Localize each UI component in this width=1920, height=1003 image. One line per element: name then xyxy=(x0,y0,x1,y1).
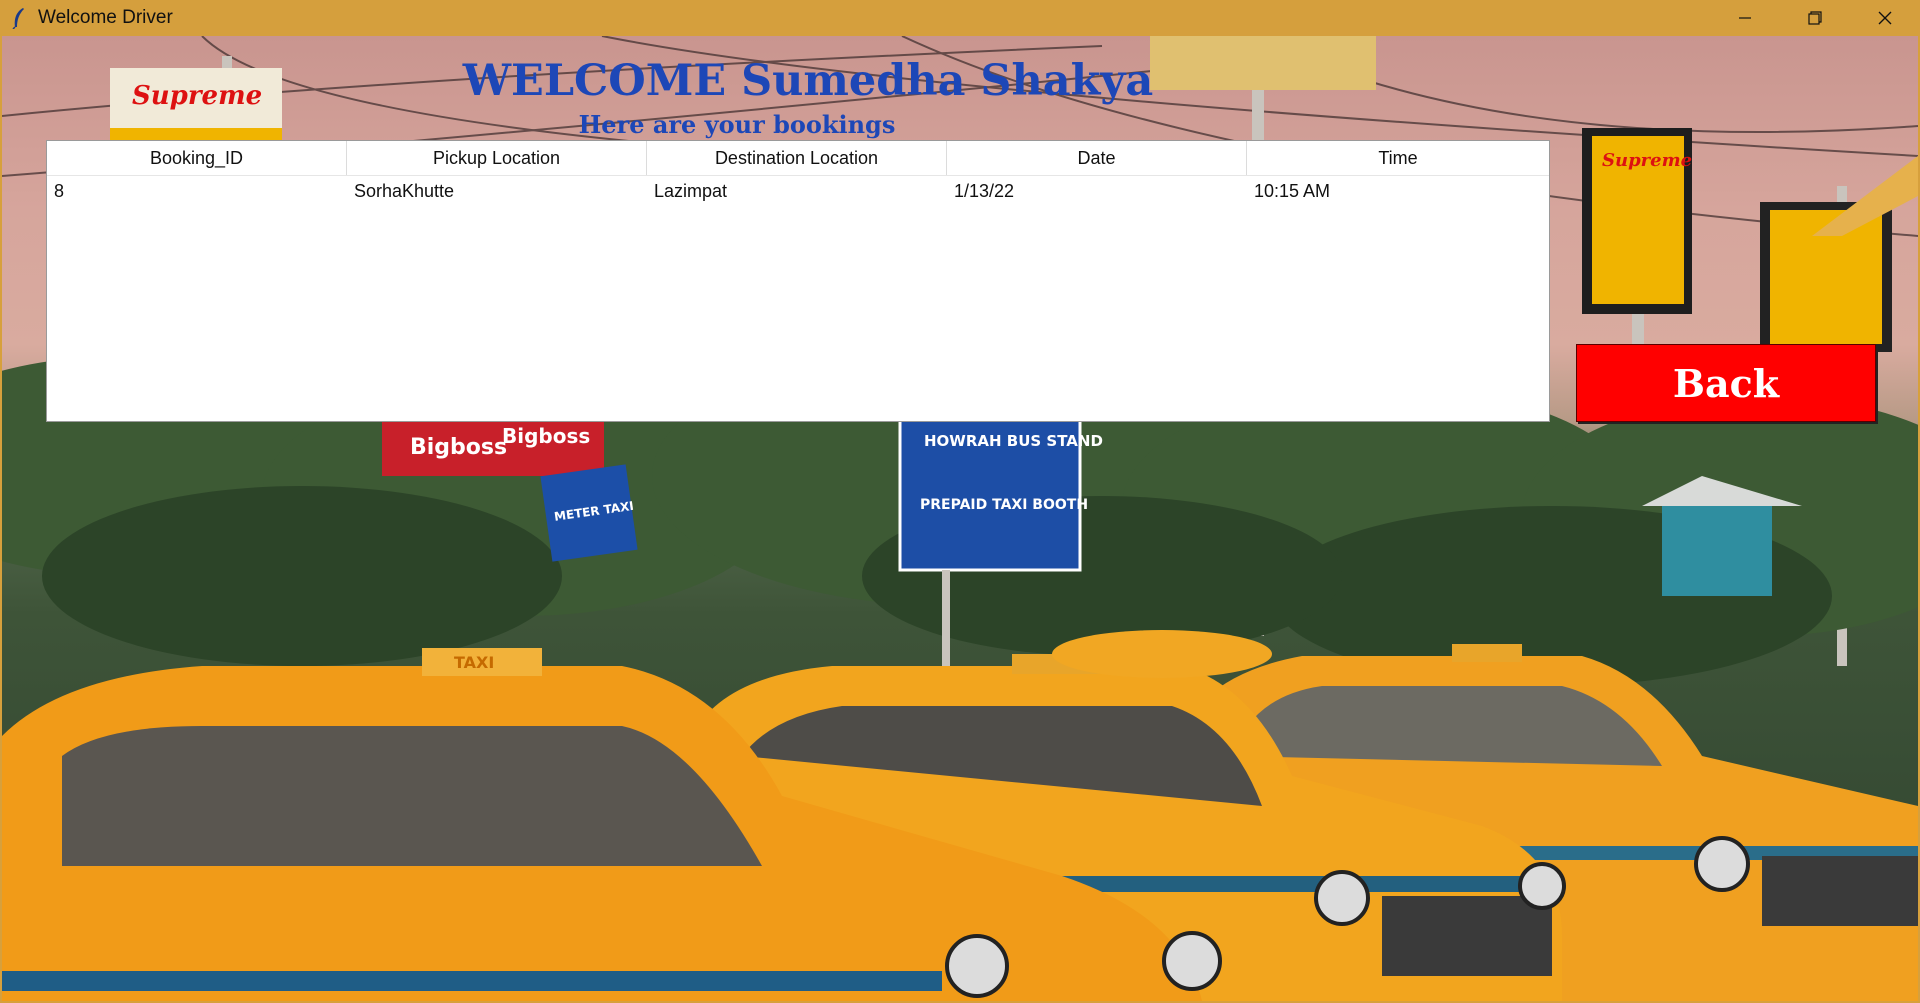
restore-icon xyxy=(1808,11,1822,25)
close-icon xyxy=(1878,11,1892,25)
welcome-heading: WELCOME Sumedha Shakya xyxy=(462,56,1154,106)
cell-booking-id: 8 xyxy=(54,180,65,201)
bigboss-sign: Bigboss Bigboss xyxy=(382,420,604,476)
bookings-table[interactable]: Booking_ID Pickup Location Destination L… xyxy=(46,140,1550,422)
supreme-sign-right-text: Supreme xyxy=(1602,150,1692,171)
meter-taxi-sign: METER TAXI xyxy=(540,464,638,562)
close-button[interactable] xyxy=(1850,0,1920,36)
restore-button[interactable] xyxy=(1780,0,1850,36)
minimize-button[interactable] xyxy=(1710,0,1780,36)
prepaid-taxi-booth-text: PREPAID TAXI BOOTH xyxy=(920,497,1088,513)
cell-time: 10:15 AM xyxy=(1254,180,1331,201)
supreme-sign-text: Supreme xyxy=(132,81,262,111)
table-header: Booking_ID Pickup Location Destination L… xyxy=(47,141,1549,176)
title-bar: Welcome Driver xyxy=(0,0,1920,36)
minimize-icon xyxy=(1739,17,1751,19)
column-header-destination-location[interactable]: Destination Location xyxy=(647,141,947,175)
cell-date: 1/13/22 xyxy=(954,180,1015,201)
main-window: Supreme Supreme Bigboss Bigboss METER TA… xyxy=(2,36,1918,1001)
howrah-bus-stand-text: HOWRAH BUS STAND xyxy=(924,432,1103,450)
taxi-roof-text: TAXI xyxy=(454,653,494,672)
table-row[interactable]: 8 SorhaKhutte Lazimpat 1/13/22 10:15 AM xyxy=(47,176,1549,206)
feather-icon xyxy=(8,7,30,29)
column-header-time[interactable]: Time xyxy=(1247,141,1549,175)
bigboss-text-1: Bigboss xyxy=(410,435,507,460)
supreme-billboard: Supreme xyxy=(110,68,282,144)
column-header-pickup-location[interactable]: Pickup Location xyxy=(347,141,647,175)
column-header-booking-id[interactable]: Booking_ID xyxy=(47,141,347,175)
window-title: Welcome Driver xyxy=(38,7,173,28)
cell-destination-location: Lazimpat xyxy=(654,180,728,201)
back-button[interactable]: Back xyxy=(1576,344,1876,422)
bigboss-text-2: Bigboss xyxy=(502,424,590,448)
column-header-date[interactable]: Date xyxy=(947,141,1247,175)
cell-pickup-location: SorhaKhutte xyxy=(354,180,455,201)
bookings-subtitle: Here are your bookings xyxy=(578,110,896,139)
